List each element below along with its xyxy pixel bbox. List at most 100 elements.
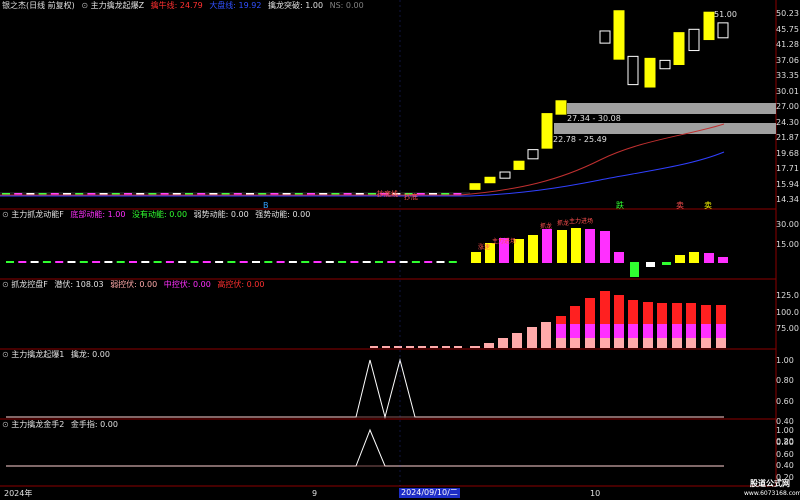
legend-item: 大盘线: 19.92 [209,1,262,10]
bottom-tag: 抄底线 [377,190,398,198]
panel5-header: ⊙ 主力擒龙金手2 金手指: 0.00 [2,420,118,430]
control-bar [470,346,480,348]
axis-tick-label: 17.71 [776,164,799,173]
candle [673,32,685,65]
control-bar [614,338,624,348]
momentum-bar [42,261,51,263]
indicator-dot-icon[interactable]: ⊙ [2,420,9,429]
momentum-bar [141,261,150,263]
control-bar [585,324,595,338]
momentum-tag: 抓龙 [557,220,570,227]
control-bar [527,327,537,348]
panel4-header: ⊙ 主力擒龙起爆1 擒龙: 0.00 [2,350,110,360]
signal-sell-label: 卖 [676,201,684,210]
control-bar [442,346,450,348]
axis-tick-label: 0.40 [776,416,794,426]
indicator-title[interactable]: 主力抓龙动能F [11,210,64,219]
momentum-tag: 主力进场 [492,238,517,245]
momentum-bar [542,229,552,263]
momentum-bar [313,261,322,263]
control-bar [406,346,414,348]
momentum-bar [662,262,671,265]
control-bar [570,306,580,324]
control-bar [570,324,580,338]
watermark-title: 股道公式网 [750,479,790,488]
control-bar [672,324,682,338]
control-bar [643,302,653,324]
indicator-dot-icon[interactable]: ⊙ [2,350,9,359]
control-bar [614,324,624,338]
control-bar [614,295,624,324]
momentum-bar [424,261,433,263]
candle [499,171,511,179]
time-month-label: 9 [312,489,318,498]
momentum-bar [252,261,260,263]
control-bar [628,338,638,348]
momentum-bar [646,262,655,267]
momentum-tag: 抓龙 [540,223,553,230]
control-bar [556,316,566,324]
momentum-bar [79,261,88,263]
axis-tick-label: 15.00 [776,240,799,249]
axis-tick-label: 24.30 [776,117,799,127]
control-bar [686,324,696,338]
momentum-bar [325,261,334,263]
axis-tick-label: 0.60 [776,396,794,406]
momentum-bar [471,252,481,263]
axis-tick-label: 33.35 [776,71,799,80]
legend-item: 高控伏: 0.00 [217,280,265,289]
control-bar [701,324,711,338]
control-bar [541,322,551,348]
indicator-title[interactable]: 主力擒龙金手2 [11,420,64,429]
momentum-tag: 涨速 [478,244,491,251]
momentum-bar [288,261,297,263]
control-bar [657,324,667,338]
momentum-bar [448,261,457,263]
axis-tick-label: 37.06 [776,55,799,65]
control-bar [570,338,580,348]
momentum-bar [689,252,699,263]
indicator-title[interactable]: 主力擒龙起爆1 [11,350,64,359]
time-cursor-date[interactable]: 2024/09/10/二 [399,488,460,498]
legend-item: 潜伏: 108.03 [54,280,104,289]
control-bar [701,338,711,348]
momentum-bar [585,229,595,263]
candle [513,160,525,170]
candle [484,176,496,184]
control-bar [657,303,667,324]
control-bar [370,346,378,348]
chart-canvas[interactable] [0,0,800,500]
watermark-url: www.6073168.com [744,490,800,497]
axis-tick-label: 125.0 [776,291,799,300]
momentum-bar [190,261,199,263]
control-bar [672,303,682,324]
zone-lower-label: 22.78 - 25.49 [553,135,607,144]
control-bar [585,338,595,348]
legend-item: 中控伏: 0.00 [163,280,211,289]
momentum-bar [630,262,639,277]
candle [703,11,715,41]
control-bar [686,338,696,348]
indicator-dot-icon[interactable]: ⊙ [81,1,88,10]
indicator-title[interactable]: 主力擒龙起爆Z [91,1,144,10]
axis-tick-label: 1.00 [776,426,794,435]
axis-tick-label: 27.00 [776,102,799,111]
indicator-title[interactable]: 抓龙控盘F [11,280,48,289]
axis-tick-label: 0.40 [776,461,794,471]
control-bar [628,300,638,324]
momentum-bar [18,261,27,263]
time-month-label: 10 [590,489,601,498]
legend-item: 擒牛线: 24.79 [150,1,203,10]
candle [627,55,639,86]
axis-tick-label: 50.23 [776,9,799,18]
legend-item: 擒龙: 0.00 [70,350,110,359]
momentum-bar [116,261,125,263]
indicator-dot-icon[interactable]: ⊙ [2,210,9,219]
ma-red-line [0,123,725,196]
indicator-dot-icon[interactable]: ⊙ [2,280,9,289]
candle [644,57,656,88]
momentum-bar [557,230,567,263]
zone-upper-label: 27.34 - 30.08 [567,114,621,123]
momentum-bar [129,261,137,263]
axis-tick-label: 30.01 [776,86,799,96]
